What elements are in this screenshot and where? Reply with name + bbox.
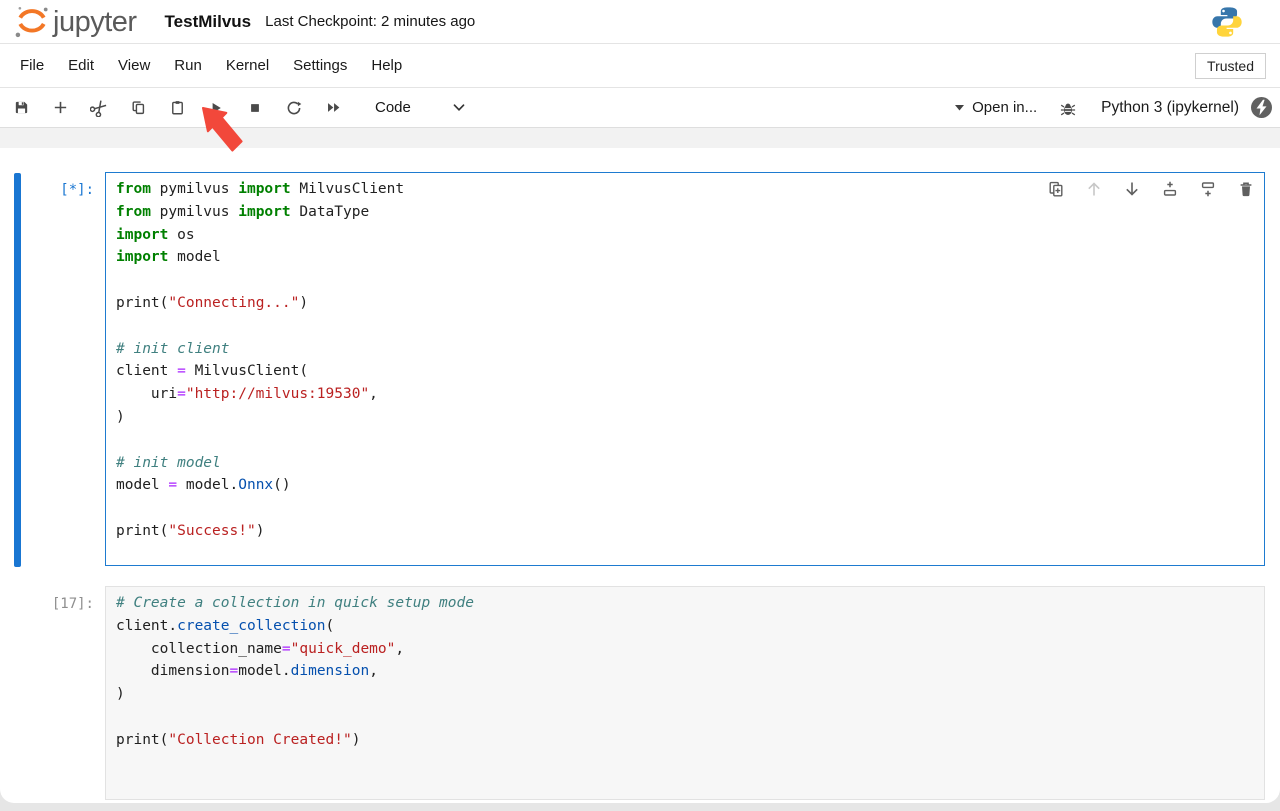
plus-icon: [52, 99, 69, 116]
paste-button[interactable]: [168, 99, 186, 117]
save-button[interactable]: [12, 99, 30, 117]
debugger-button[interactable]: [1059, 99, 1077, 117]
menu-item-view[interactable]: View: [106, 51, 162, 80]
arrow-down-icon: [1123, 180, 1141, 198]
code-editor[interactable]: # Create a collection in quick setup mod…: [105, 586, 1265, 800]
copy-icon: [130, 99, 147, 116]
menu-item-help[interactable]: Help: [359, 51, 414, 80]
jupyter-window: jupyter TestMilvus Last Checkpoint: 2 mi…: [0, 0, 1280, 811]
fast-forward-icon: [325, 99, 342, 116]
code-cell-executed: [17]: # Create a collection in quick set…: [0, 586, 1280, 800]
chevron-down-icon: [453, 104, 465, 112]
caret-down-icon: [955, 105, 964, 111]
run-button[interactable]: [207, 99, 225, 117]
notebook-panel: [*]: from pymilvus import MilvusClientfr…: [0, 148, 1280, 803]
menu-item-run[interactable]: Run: [162, 51, 214, 80]
interrupt-button[interactable]: [246, 99, 264, 117]
checkpoint-label: Last Checkpoint: 2 minutes ago: [265, 13, 475, 30]
arrow-up-icon: [1085, 180, 1103, 198]
delete-cell-button[interactable]: [1237, 180, 1255, 198]
active-cell-indicator[interactable]: [14, 173, 21, 567]
jupyter-logo[interactable]: jupyter: [14, 4, 137, 40]
bug-icon: [1059, 99, 1077, 117]
trash-icon: [1237, 180, 1255, 198]
code-cell-running: [*]: from pymilvus import MilvusClientfr…: [0, 172, 1280, 566]
code-content: # Create a collection in quick setup mod…: [116, 595, 1254, 755]
code-content: from pymilvus import MilvusClientfrom py…: [116, 181, 1254, 546]
insert-cell-button[interactable]: [51, 99, 69, 117]
cell-type-value: Code: [375, 99, 411, 116]
save-icon: [13, 99, 30, 116]
cut-button[interactable]: [90, 99, 108, 117]
cell-type-select[interactable]: Code: [375, 99, 465, 116]
logo-text: jupyter: [53, 6, 137, 39]
menubar: File Edit View Run Kernel Settings Help …: [0, 44, 1280, 88]
menu-item-kernel[interactable]: Kernel: [214, 51, 281, 80]
kernel-busy-icon: [1251, 97, 1272, 118]
code-editor[interactable]: from pymilvus import MilvusClientfrom py…: [105, 172, 1265, 566]
cell-toolbar: [1047, 180, 1255, 198]
run-icon: [208, 100, 224, 116]
move-cell-down-button[interactable]: [1123, 180, 1141, 198]
notebook-header: jupyter TestMilvus Last Checkpoint: 2 mi…: [0, 0, 1280, 44]
paste-icon: [169, 99, 186, 116]
menu-item-file[interactable]: File: [8, 51, 56, 80]
open-in-label: Open in...: [972, 99, 1037, 116]
python-logo-icon: [1210, 5, 1244, 39]
notebook-title[interactable]: TestMilvus: [165, 12, 252, 32]
kernel-name[interactable]: Python 3 (ipykernel): [1101, 99, 1239, 117]
kernel-status-indicator[interactable]: [1251, 97, 1272, 118]
restart-icon: [285, 99, 303, 117]
notebook-toolbar: Code Open in... Python 3 (ipykern: [0, 88, 1280, 128]
copy-button[interactable]: [129, 99, 147, 117]
stop-icon: [247, 100, 263, 116]
insert-below-icon: [1199, 180, 1217, 198]
open-in-menu[interactable]: Open in...: [955, 99, 1037, 116]
scissors-icon: [90, 99, 108, 117]
restart-kernel-button[interactable]: [285, 99, 303, 117]
duplicate-cell-button[interactable]: [1047, 180, 1065, 198]
move-cell-up-button[interactable]: [1085, 180, 1103, 198]
duplicate-icon: [1047, 180, 1065, 198]
trusted-badge[interactable]: Trusted: [1195, 53, 1266, 79]
jupyter-logo-icon: [14, 4, 50, 40]
insert-cell-above-button[interactable]: [1161, 180, 1179, 198]
menu-item-settings[interactable]: Settings: [281, 51, 359, 80]
toolbar-gap: [0, 128, 1280, 148]
restart-run-all-button[interactable]: [324, 99, 342, 117]
insert-above-icon: [1161, 180, 1179, 198]
menu-item-edit[interactable]: Edit: [56, 51, 106, 80]
insert-cell-below-button[interactable]: [1199, 180, 1217, 198]
execution-prompt: [17]:: [0, 586, 105, 800]
